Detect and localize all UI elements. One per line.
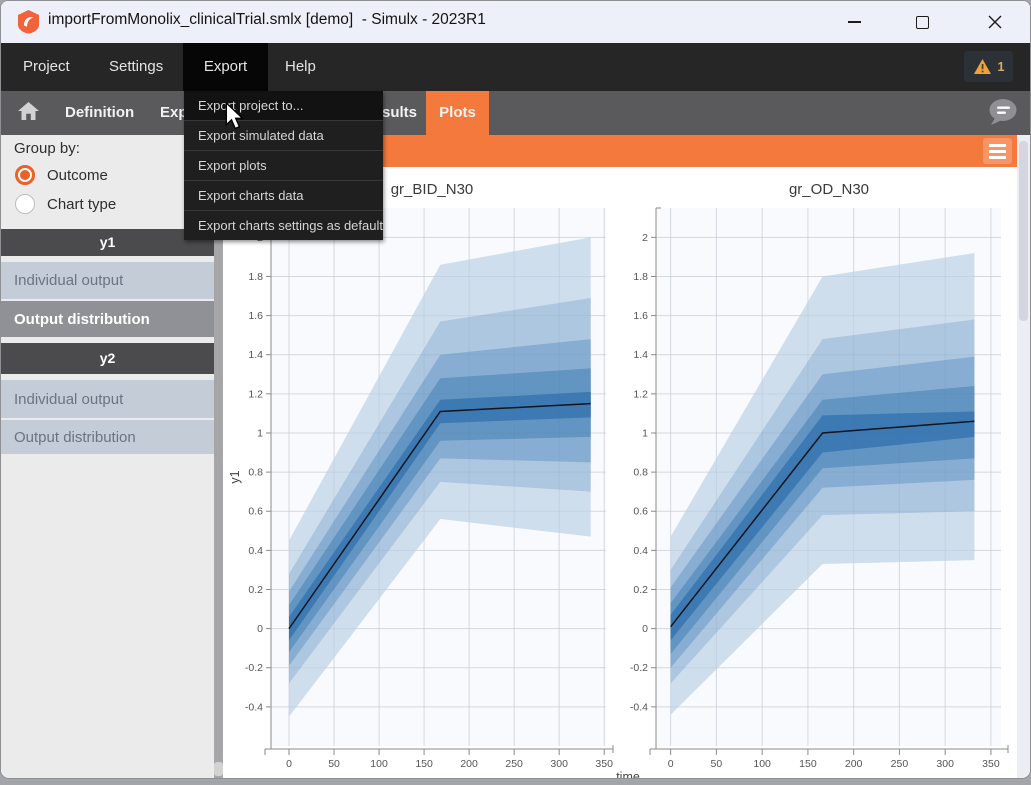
svg-text:-0.2: -0.2 <box>630 662 648 674</box>
sidebar-scrollbar-thumb[interactable] <box>214 762 223 776</box>
menu-help[interactable]: Help <box>285 43 316 91</box>
mouse-cursor <box>225 102 245 130</box>
menu-bar: Project Settings Export Help 1 <box>1 43 1030 91</box>
svg-text:0: 0 <box>286 758 292 770</box>
svg-text:1.2: 1.2 <box>633 388 648 400</box>
svg-text:1: 1 <box>642 427 648 439</box>
svg-text:-0.4: -0.4 <box>245 701 263 713</box>
svg-text:y1: y1 <box>228 470 242 483</box>
home-icon <box>17 101 40 121</box>
svg-text:0: 0 <box>257 623 263 635</box>
svg-text:1: 1 <box>257 427 263 439</box>
menu-project[interactable]: Project <box>23 43 70 91</box>
tab-results-truncated[interactable]: sults <box>382 91 417 135</box>
chart-panel-gr-od-n30: gr_OD_N30 -0.4-0.200.20.40.60.811.21.41.… <box>641 167 1017 779</box>
menu-item-export-charts-settings[interactable]: Export charts settings as default <box>184 210 383 240</box>
svg-text:time: time <box>616 770 640 779</box>
svg-text:-0.2: -0.2 <box>245 662 263 674</box>
tab-plots[interactable]: Plots <box>426 91 489 135</box>
radio-unselected-icon[interactable] <box>15 194 35 214</box>
svg-text:50: 50 <box>328 758 340 770</box>
output-distribution-plot-left: -0.4-0.200.20.40.60.811.21.41.61.8205010… <box>223 206 641 779</box>
svg-text:1.2: 1.2 <box>248 388 263 400</box>
section-header-y1: y1 <box>1 229 214 256</box>
sidebar-item-y1-output-distribution[interactable]: Output distribution <box>1 301 214 337</box>
tab-bar <box>1 91 1030 135</box>
svg-text:350: 350 <box>982 758 1000 770</box>
svg-text:50: 50 <box>711 758 723 770</box>
svg-text:250: 250 <box>891 758 909 770</box>
simulx-app-icon <box>16 9 41 34</box>
chart-title-right: gr_OD_N30 <box>641 167 1017 206</box>
group-by-outcome-option[interactable]: Outcome <box>15 164 108 186</box>
sidebar-item-y1-individual-output[interactable]: Individual output <box>1 262 214 299</box>
maximize-icon <box>916 16 929 29</box>
svg-text:0.8: 0.8 <box>633 467 648 479</box>
app-window: importFromMonolix_clinicalTrial.smlx [de… <box>0 0 1031 779</box>
home-button[interactable] <box>17 101 40 126</box>
radio-selected-icon[interactable] <box>15 165 35 185</box>
svg-text:100: 100 <box>753 758 771 770</box>
content-scrollbar-thumb[interactable] <box>1019 141 1028 321</box>
sidebar-item-y2-output-distribution[interactable]: Output distribution <box>1 420 214 454</box>
warning-count: 1 <box>998 60 1005 74</box>
svg-text:1.6: 1.6 <box>248 310 263 322</box>
svg-text:0.6: 0.6 <box>248 506 263 518</box>
svg-text:0: 0 <box>642 623 648 635</box>
plot-settings-menu-button[interactable] <box>983 138 1012 164</box>
svg-text:1.4: 1.4 <box>633 349 648 361</box>
group-by-chart-type-option[interactable]: Chart type <box>15 193 116 215</box>
svg-text:1.4: 1.4 <box>248 349 263 361</box>
svg-text:300: 300 <box>550 758 568 770</box>
menu-item-export-plots[interactable]: Export plots <box>184 150 383 180</box>
title-bar: importFromMonolix_clinicalTrial.smlx [de… <box>1 1 1030 43</box>
svg-text:150: 150 <box>415 758 433 770</box>
menu-item-export-simulated-data[interactable]: Export simulated data <box>184 120 383 150</box>
export-dropdown-menu: Export project to... Export simulated da… <box>184 91 383 240</box>
minimize-icon <box>848 21 861 23</box>
hamburger-icon <box>989 144 1006 147</box>
sidebar-item-y2-individual-output[interactable]: Individual output <box>1 380 214 418</box>
menu-export[interactable]: Export <box>183 43 268 91</box>
close-button[interactable] <box>972 1 1018 43</box>
svg-text:350: 350 <box>595 758 613 770</box>
svg-text:0.4: 0.4 <box>633 545 648 557</box>
svg-text:300: 300 <box>936 758 954 770</box>
menu-settings[interactable]: Settings <box>109 43 163 91</box>
svg-text:0.8: 0.8 <box>248 467 263 479</box>
tab-definition[interactable]: Definition <box>65 91 134 135</box>
svg-text:250: 250 <box>505 758 523 770</box>
svg-text:0.2: 0.2 <box>633 584 648 596</box>
close-icon <box>988 15 1002 29</box>
speech-bubble-icon <box>986 97 1019 127</box>
window-title: importFromMonolix_clinicalTrial.smlx [de… <box>48 11 486 29</box>
menu-item-export-project-to[interactable]: Export project to... <box>184 91 383 120</box>
svg-text:200: 200 <box>460 758 478 770</box>
group-by-label: Group by: <box>14 140 80 157</box>
svg-text:150: 150 <box>799 758 817 770</box>
svg-text:-0.4: -0.4 <box>630 701 648 713</box>
menu-item-export-charts-data[interactable]: Export charts data <box>184 180 383 210</box>
warning-icon <box>973 58 992 75</box>
maximize-button[interactable] <box>899 1 945 43</box>
section-header-y2: y2 <box>1 343 214 374</box>
svg-text:1.8: 1.8 <box>248 271 263 283</box>
content-scrollbar[interactable] <box>1017 135 1030 778</box>
svg-text:0.4: 0.4 <box>248 545 263 557</box>
chart-panel-gr-bid-n30: gr_BID_N30 -0.4-0.200.20.40.60.811.21.41… <box>223 167 641 779</box>
output-distribution-plot-right: -0.4-0.200.20.40.60.811.21.41.61.8205010… <box>641 206 1017 779</box>
svg-text:100: 100 <box>370 758 388 770</box>
plots-sidebar: Group by: Outcome Chart type y1 Individu… <box>1 135 214 778</box>
svg-text:0.2: 0.2 <box>248 584 263 596</box>
warnings-button[interactable]: 1 <box>964 51 1013 82</box>
svg-text:200: 200 <box>845 758 863 770</box>
minimize-button[interactable] <box>831 1 877 43</box>
feedback-button[interactable] <box>986 97 1019 132</box>
svg-text:0: 0 <box>668 758 674 770</box>
svg-text:0.6: 0.6 <box>633 506 648 518</box>
svg-text:1.6: 1.6 <box>633 310 648 322</box>
svg-text:1.8: 1.8 <box>633 271 648 283</box>
plots-content: gr_BID_N30 -0.4-0.200.20.40.60.811.21.41… <box>223 167 1017 778</box>
svg-text:2: 2 <box>642 232 648 244</box>
